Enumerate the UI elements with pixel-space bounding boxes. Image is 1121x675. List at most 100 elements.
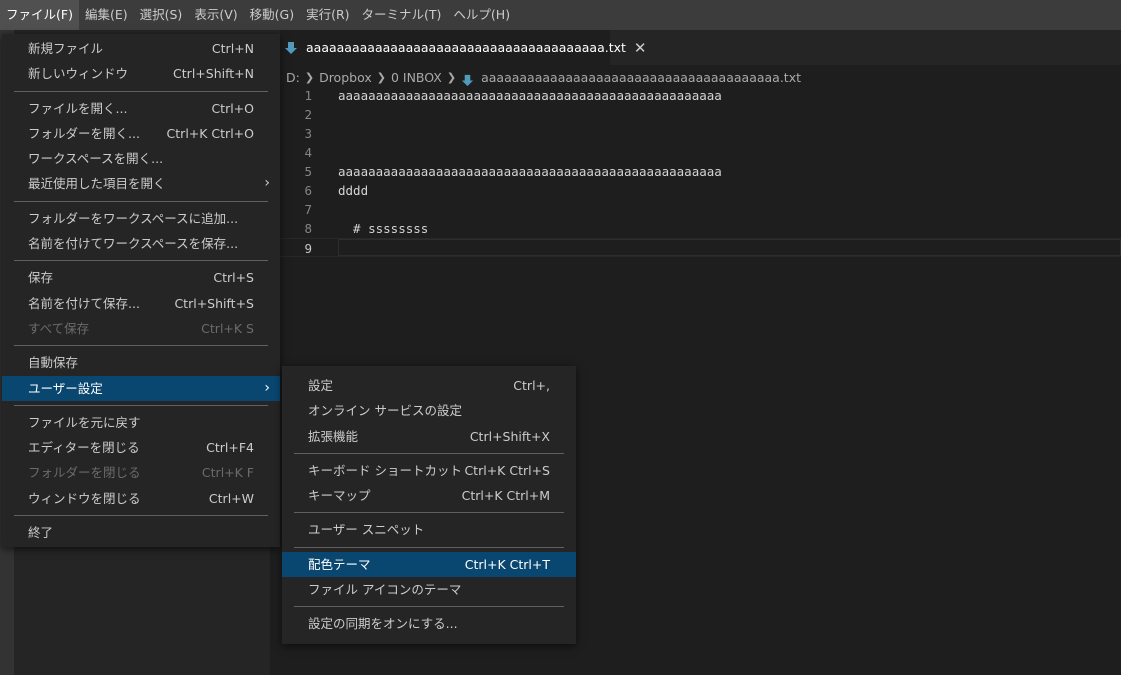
menu-item-label: 自動保存 bbox=[28, 355, 79, 371]
menu-item-label: ユーザー設定 bbox=[28, 380, 103, 396]
menu-item-save[interactable]: 保存 Ctrl+S bbox=[2, 265, 280, 290]
code-editor[interactable]: 1 aaaaaaaaaaaaaaaaaaaaaaaaaaaaaaaaaaaaaaa… bbox=[270, 86, 1121, 257]
menu-item-add-folder[interactable]: フォルダーをワークスペースに追加... bbox=[2, 206, 280, 231]
menu-item-label: エディターを閉じる bbox=[28, 440, 140, 456]
menu-item-label: すべて保存 bbox=[28, 320, 90, 336]
menu-item-label: ウィンドウを閉じる bbox=[28, 490, 141, 506]
menu-item-online-services[interactable]: オンライン サービスの設定 bbox=[282, 398, 576, 423]
menu-item-label: 終了 bbox=[28, 525, 54, 541]
menu-go[interactable]: 移動(G) bbox=[244, 0, 300, 30]
preferences-submenu: 設定 Ctrl+, オンライン サービスの設定 拡張機能 Ctrl+Shift+X … bbox=[282, 366, 576, 644]
menu-separator bbox=[2, 87, 280, 96]
menu-item-label: フォルダーを閉じる bbox=[28, 465, 141, 481]
menu-item-open-file[interactable]: ファイルを開く... Ctrl+O bbox=[2, 96, 280, 121]
menu-item-new-file[interactable]: 新規ファイル Ctrl+N bbox=[2, 36, 280, 61]
menu-item-user-snippets[interactable]: ユーザー スニペット bbox=[282, 517, 576, 542]
menu-item-open-recent[interactable]: 最近使用した項目を開く › bbox=[2, 171, 280, 196]
menu-item-label: 拡張機能 bbox=[308, 428, 359, 444]
menu-item-close-editor[interactable]: エディターを閉じる Ctrl+F4 bbox=[2, 435, 280, 460]
code-line: 4 bbox=[270, 143, 1121, 162]
menu-item-label: キーボード ショートカット bbox=[308, 462, 462, 478]
menu-separator bbox=[282, 508, 576, 517]
menu-item-close-folder: フォルダーを閉じる Ctrl+K F bbox=[2, 460, 280, 485]
menu-item-label: ファイルを元に戻す bbox=[28, 414, 141, 430]
menu-item-close-window[interactable]: ウィンドウを閉じる Ctrl+W bbox=[2, 486, 280, 511]
menu-item-file-icon-theme[interactable]: ファイル アイコンのテーマ bbox=[282, 577, 576, 602]
menu-item-label: フォルダーを開く... bbox=[28, 125, 140, 141]
menu-item-keyboard-shortcuts[interactable]: キーボード ショートカット Ctrl+K Ctrl+S bbox=[282, 458, 576, 483]
menu-item-shortcut: Ctrl+, bbox=[513, 378, 550, 393]
menu-item-shortcut: Ctrl+K S bbox=[201, 320, 254, 336]
menu-separator bbox=[282, 449, 576, 458]
line-text: aaaaaaaaaaaaaaaaaaaaaaaaaaaaaaaaaaaaaaaa… bbox=[338, 164, 722, 179]
code-line: 2 bbox=[270, 105, 1121, 124]
menu-item-label: 名前を付けて保存... bbox=[28, 295, 140, 311]
code-line: 5 aaaaaaaaaaaaaaaaaaaaaaaaaaaaaaaaaaaaaaa… bbox=[270, 162, 1121, 181]
menu-item-settings[interactable]: 設定 Ctrl+, bbox=[282, 373, 576, 398]
menu-item-save-as[interactable]: 名前を付けて保存... Ctrl+Shift+S bbox=[2, 291, 280, 316]
menu-item-label: ファイル アイコンのテーマ bbox=[308, 582, 462, 598]
line-number: 9 bbox=[304, 241, 312, 256]
menu-file[interactable]: ファイル(F) bbox=[0, 0, 79, 30]
menu-help[interactable]: ヘルプ(H) bbox=[447, 0, 516, 30]
menu-separator bbox=[2, 197, 280, 206]
file-download-icon bbox=[284, 41, 298, 55]
code-line: 6 dddd bbox=[270, 181, 1121, 200]
menu-item-new-window[interactable]: 新しいウィンドウ Ctrl+Shift+N bbox=[2, 61, 280, 86]
menu-bar: ファイル(F) 編集(E) 選択(S) 表示(V) 移動(G) 実行(R) ター… bbox=[0, 0, 1121, 30]
menu-item-extensions[interactable]: 拡張機能 Ctrl+Shift+X bbox=[282, 424, 576, 449]
menu-separator bbox=[2, 341, 280, 350]
tab-label: aaaaaaaaaaaaaaaaaaaaaaaaaaaaaaaaaaaaaaa.… bbox=[306, 40, 626, 55]
menu-item-save-workspace-as[interactable]: 名前を付けてワークスペースを保存... bbox=[2, 231, 280, 256]
menu-item-label: フォルダーをワークスペースに追加... bbox=[28, 210, 239, 226]
menu-item-shortcut: Ctrl+N bbox=[211, 41, 254, 56]
menu-item-shortcut: Ctrl+K Ctrl+T bbox=[464, 556, 550, 572]
menu-item-shortcut: Ctrl+Shift+N bbox=[173, 66, 254, 82]
menu-separator bbox=[282, 602, 576, 611]
line-number: 3 bbox=[304, 126, 312, 141]
menu-item-auto-save[interactable]: 自動保存 bbox=[2, 350, 280, 375]
menu-item-keymaps[interactable]: キーマップ Ctrl+K Ctrl+M bbox=[282, 483, 576, 508]
menu-item-revert-file[interactable]: ファイルを元に戻す bbox=[2, 410, 280, 435]
menu-item-preferences[interactable]: ユーザー設定 › bbox=[2, 375, 280, 401]
current-line-highlight bbox=[338, 239, 1121, 256]
menu-item-exit[interactable]: 終了 bbox=[2, 520, 280, 545]
code-line: 3 bbox=[270, 124, 1121, 143]
menu-item-turn-on-sync[interactable]: 設定の同期をオンにする... bbox=[282, 611, 576, 636]
menu-item-label: 配色テーマ bbox=[308, 556, 371, 572]
menu-view[interactable]: 表示(V) bbox=[188, 0, 243, 30]
menu-terminal[interactable]: ターミナル(T) bbox=[356, 0, 448, 30]
menu-separator bbox=[282, 543, 576, 552]
line-text: aaaaaaaaaaaaaaaaaaaaaaaaaaaaaaaaaaaaaaaa… bbox=[338, 88, 722, 103]
menu-run[interactable]: 実行(R) bbox=[300, 0, 355, 30]
menu-item-shortcut: Ctrl+Shift+X bbox=[469, 428, 550, 444]
tab-file[interactable]: aaaaaaaaaaaaaaaaaaaaaaaaaaaaaaaaaaaaaaa.… bbox=[280, 30, 647, 65]
menu-item-label: オンライン サービスの設定 bbox=[308, 403, 462, 419]
line-number: 6 bbox=[304, 183, 312, 198]
menu-item-save-all: すべて保存 Ctrl+K S bbox=[2, 316, 280, 341]
menu-edit[interactable]: 編集(E) bbox=[79, 0, 134, 30]
chevron-right-icon: › bbox=[264, 379, 270, 396]
line-text: # ssssssss bbox=[338, 221, 429, 236]
code-line-current: 9 bbox=[270, 238, 1121, 257]
close-icon[interactable]: ✕ bbox=[634, 39, 647, 57]
menu-item-label: 設定の同期をオンにする... bbox=[308, 616, 458, 632]
code-line: 1 aaaaaaaaaaaaaaaaaaaaaaaaaaaaaaaaaaaaaaa… bbox=[270, 86, 1121, 105]
menu-item-label: ワークスペースを開く... bbox=[28, 151, 164, 167]
menu-item-label: 新しいウィンドウ bbox=[28, 66, 129, 82]
menu-item-shortcut: Ctrl+K Ctrl+S bbox=[464, 462, 550, 478]
menu-item-open-folder[interactable]: フォルダーを開く... Ctrl+K Ctrl+O bbox=[2, 121, 280, 146]
menu-item-shortcut: Ctrl+K Ctrl+M bbox=[461, 488, 550, 504]
menu-selection[interactable]: 選択(S) bbox=[134, 0, 189, 30]
menu-item-shortcut: Ctrl+S bbox=[213, 270, 254, 286]
code-line: 8 # ssssssss bbox=[270, 219, 1121, 238]
menu-item-label: ファイルを開く... bbox=[28, 100, 128, 116]
menu-item-open-workspace[interactable]: ワークスペースを開く... bbox=[2, 146, 280, 171]
file-menu: 新規ファイル Ctrl+N 新しいウィンドウ Ctrl+Shift+N ファイルを開… bbox=[2, 34, 280, 548]
line-text: dddd bbox=[338, 183, 369, 198]
menu-item-label: 保存 bbox=[28, 270, 54, 286]
line-number: 2 bbox=[304, 107, 312, 122]
menu-item-shortcut: Ctrl+Shift+S bbox=[174, 295, 254, 311]
line-number: 8 bbox=[304, 221, 312, 236]
menu-item-color-theme[interactable]: 配色テーマ Ctrl+K Ctrl+T bbox=[282, 551, 576, 578]
